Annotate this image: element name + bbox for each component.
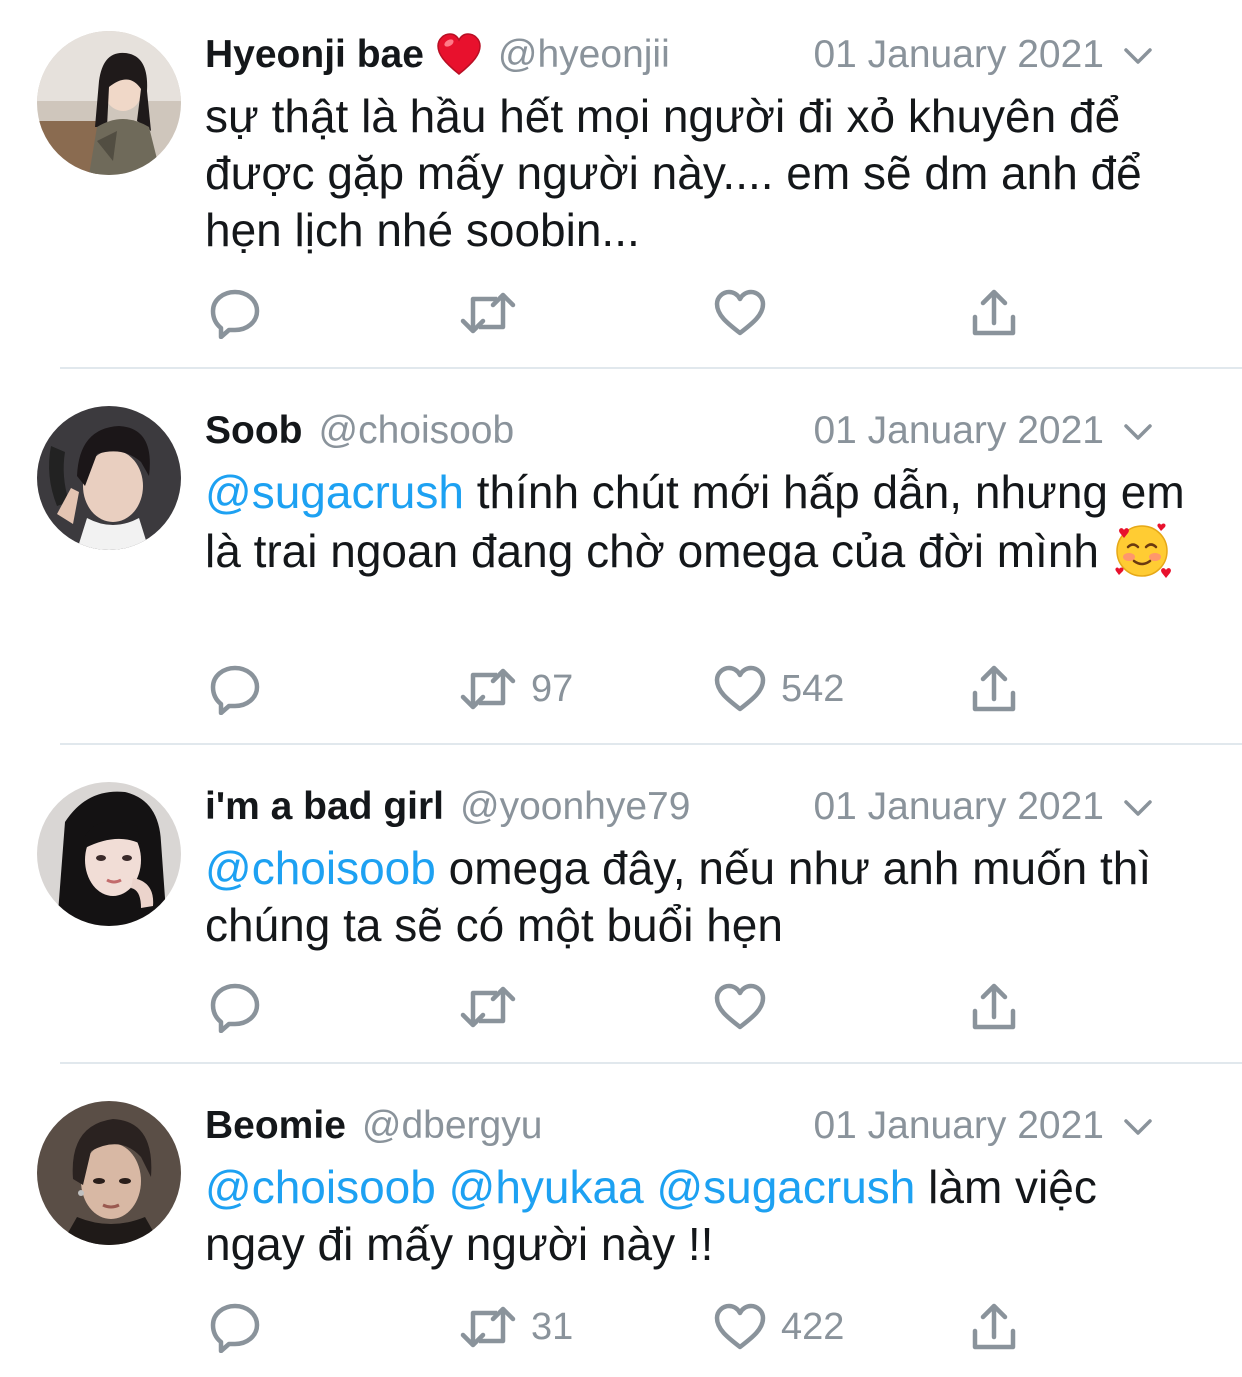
display-name[interactable]: i'm a bad girl [205, 785, 444, 829]
tweet-actions: 97 542 [205, 659, 1105, 719]
heart-icon [714, 289, 766, 336]
chevron-down-icon[interactable] [1120, 38, 1156, 74]
like-button[interactable]: 542 [713, 659, 844, 719]
retweet-button[interactable]: 31 [459, 1297, 573, 1357]
avatar[interactable] [37, 1101, 181, 1245]
like-button[interactable] [713, 283, 781, 343]
user-handle[interactable]: @yoonhye79 [460, 785, 690, 829]
tweet-actions [205, 283, 1105, 343]
user-handle[interactable]: @dbergyu [362, 1104, 543, 1148]
share-button[interactable] [971, 283, 1017, 343]
tweet-date: 01 January 2021 [813, 1104, 1104, 1147]
chevron-down-icon[interactable] [1120, 790, 1156, 826]
reply-button[interactable] [209, 1297, 261, 1357]
share-button[interactable] [971, 977, 1017, 1037]
display-name[interactable]: Soob [205, 409, 302, 453]
mention-link[interactable]: @choisoob [205, 842, 436, 894]
tweet-date: 01 January 2021 [813, 409, 1104, 452]
avatar-image [37, 31, 181, 175]
mention-link[interactable]: @hyukaa [449, 1161, 644, 1213]
avatar[interactable] [37, 31, 181, 175]
reply-icon [210, 1303, 260, 1353]
reply-icon [210, 665, 260, 715]
share-button[interactable] [971, 659, 1017, 719]
retweet-button[interactable]: 97 [459, 659, 573, 719]
retweet-count: 31 [531, 1305, 574, 1348]
reply-button[interactable] [209, 659, 261, 719]
share-button[interactable] [971, 1297, 1017, 1357]
mention-link[interactable]: @sugacrush [205, 466, 464, 518]
tweet-actions [205, 977, 1105, 1037]
reply-icon [210, 289, 260, 339]
red-heart-emoji [436, 32, 482, 78]
like-button[interactable]: 422 [713, 1297, 844, 1357]
tweet-date: 01 January 2021 [813, 785, 1104, 828]
avatar[interactable] [37, 406, 181, 550]
tweet-text: sự thật là hầu hết mọi người đi xỏ khuyê… [205, 88, 1202, 259]
chevron-down-icon[interactable] [1120, 1109, 1156, 1145]
share-icon [972, 1303, 1016, 1350]
avatar-image [37, 1101, 181, 1245]
divider [60, 743, 1242, 745]
retweet-button[interactable] [459, 283, 531, 343]
user-handle[interactable]: @hyeonjii [498, 33, 670, 77]
like-count: 422 [781, 1305, 845, 1348]
tweet-text-part [436, 1161, 449, 1213]
user-handle[interactable]: @choisoob [318, 409, 514, 453]
avatar[interactable] [37, 782, 181, 926]
tweet-text: @choisoob omega đây, nếu như anh muốn th… [205, 840, 1202, 954]
tweet-text: @choisoob @hyukaa @sugacrush làm việc ng… [205, 1159, 1202, 1273]
tweet-actions: 31 422 [205, 1297, 1105, 1357]
retweet-icon [460, 986, 516, 1028]
display-name[interactable]: Beomie [205, 1104, 346, 1148]
like-count: 542 [781, 667, 845, 710]
divider [60, 1062, 1242, 1064]
tweet-text-part [644, 1161, 657, 1213]
reply-button[interactable] [209, 977, 261, 1037]
retweet-icon [460, 292, 516, 334]
share-icon [972, 289, 1016, 336]
heart-icon [714, 1303, 766, 1350]
like-button[interactable] [713, 977, 781, 1037]
avatar-image [37, 406, 181, 550]
display-name[interactable]: Hyeonji bae [205, 33, 424, 77]
tweet-date: 01 January 2021 [813, 33, 1104, 76]
heart-icon [714, 983, 766, 1030]
retweet-button[interactable] [459, 977, 531, 1037]
retweet-icon [460, 1306, 516, 1348]
retweet-icon [460, 668, 516, 710]
chevron-down-icon[interactable] [1120, 414, 1156, 450]
mention-link[interactable]: @sugacrush [656, 1161, 915, 1213]
retweet-count: 97 [531, 667, 574, 710]
share-icon [972, 665, 1016, 712]
smiling-face-with-hearts-emoji [1112, 521, 1172, 581]
reply-icon [210, 983, 260, 1033]
tweet-text-part: sự thật là hầu hết mọi người đi xỏ khuyê… [205, 90, 1142, 256]
heart-icon [714, 665, 766, 712]
tweet-text: @sugacrush thính chút mới hấp dẫn, nhưng… [205, 464, 1202, 581]
avatar-image [37, 782, 181, 926]
share-icon [972, 983, 1016, 1030]
mention-link[interactable]: @choisoob [205, 1161, 436, 1213]
reply-button[interactable] [209, 283, 261, 343]
divider [60, 367, 1242, 369]
